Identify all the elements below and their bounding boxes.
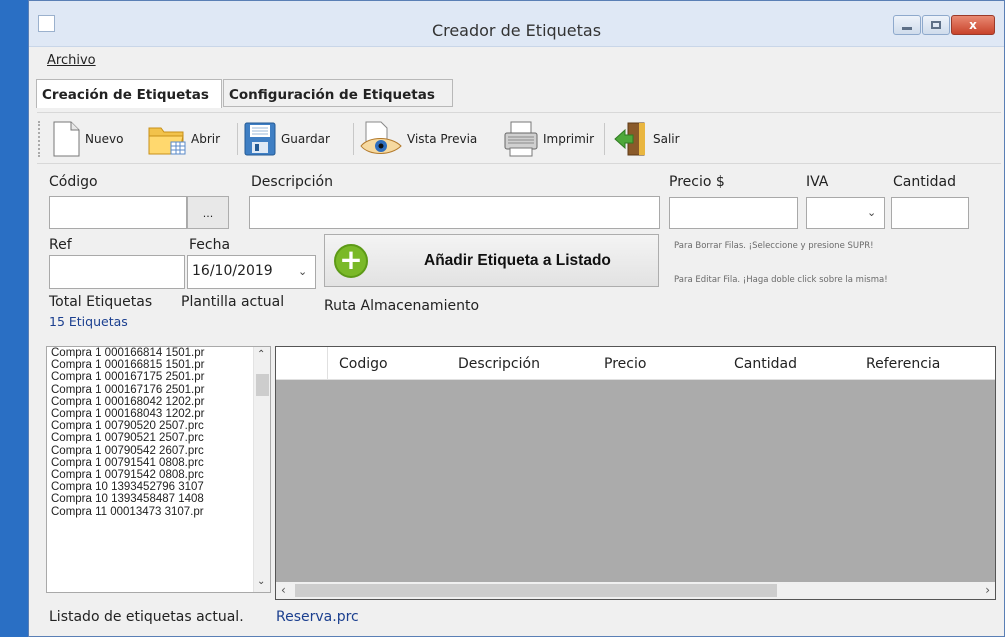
title-bar: Creador de Etiquetas x: [29, 1, 1004, 47]
file-list-item[interactable]: Compra 1 00790520 2507.prc: [47, 420, 270, 432]
nuevo-button[interactable]: Nuevo: [51, 119, 123, 159]
minimize-icon: [902, 26, 912, 30]
imprimir-label: Imprimir: [543, 132, 595, 146]
guardar-label: Guardar: [281, 132, 330, 146]
fecha-label: Fecha: [189, 237, 231, 253]
toolbar-separator: [604, 123, 605, 155]
cantidad-input[interactable]: [891, 197, 969, 229]
add-label-button[interactable]: + Añadir Etiqueta a Listado: [324, 234, 659, 287]
app-window: Creador de Etiquetas x Archivo Creación …: [28, 0, 1005, 637]
plus-circle-icon: +: [334, 243, 368, 278]
grid-row-header-separator: [327, 347, 328, 380]
preview-eye-icon: [360, 121, 402, 154]
iva-select[interactable]: ⌄: [806, 197, 885, 229]
nuevo-label: Nuevo: [85, 132, 124, 146]
precio-input[interactable]: [669, 197, 798, 229]
cantidad-label: Cantidad: [893, 174, 956, 190]
column-header-cantidad[interactable]: Cantidad: [734, 356, 797, 372]
file-list-item[interactable]: Compra 10 1393458487 1408: [47, 493, 270, 505]
file-list-item[interactable]: Compra 1 000168042 1202.pr: [47, 396, 270, 408]
printer-icon: [504, 121, 538, 157]
browse-button[interactable]: ...: [187, 196, 229, 229]
grid-horizontal-scrollbar[interactable]: ‹ ›: [276, 582, 995, 599]
abrir-label: Abrir: [191, 132, 221, 146]
toolbar-separator: [237, 123, 238, 155]
close-icon: x: [969, 18, 977, 32]
new-document-icon: [53, 121, 80, 157]
exit-door-icon: [614, 122, 645, 156]
window-title: Creador de Etiquetas: [431, 21, 602, 40]
tab-creacion[interactable]: Creación de Etiquetas: [36, 79, 222, 108]
abrir-button[interactable]: Abrir: [147, 119, 220, 159]
scroll-left-icon[interactable]: ‹: [281, 583, 286, 597]
toolbar-separator: [353, 123, 354, 155]
guardar-button[interactable]: Guardar: [243, 119, 330, 159]
file-list-item[interactable]: Compra 1 000166814 1501.pr: [47, 347, 270, 359]
listbox-scroll-thumb[interactable]: [256, 374, 269, 396]
column-header-codigo[interactable]: Codigo: [339, 356, 388, 372]
menu-archivo[interactable]: Archivo: [47, 53, 96, 68]
file-list-item[interactable]: Compra 1 00790521 2507.prc: [47, 432, 270, 444]
tab-configuracion[interactable]: Configuración de Etiquetas: [223, 79, 453, 107]
listbox-scrollbar[interactable]: ⌃ ⌄: [253, 347, 270, 592]
scroll-down-icon[interactable]: ⌄: [257, 576, 265, 587]
ref-label: Ref: [49, 237, 72, 253]
ref-input[interactable]: [49, 255, 185, 289]
precio-label: Precio $: [669, 174, 725, 190]
file-list-item[interactable]: Compra 1 000167176 2501.pr: [47, 384, 270, 396]
file-listbox[interactable]: Compra 1 000166814 1501.pr Compra 1 00016…: [46, 346, 271, 593]
iva-label: IVA: [806, 174, 829, 190]
current-list-label: Listado de etiquetas actual.: [49, 609, 244, 625]
vista-previa-label: Vista Previa: [407, 132, 478, 146]
total-etiquetas-label: Total Etiquetas: [49, 294, 153, 310]
descripcion-label: Descripción: [251, 174, 333, 190]
column-header-precio[interactable]: Precio: [604, 356, 646, 372]
desktop-edge: [0, 0, 28, 637]
imprimir-button[interactable]: Imprimir: [503, 119, 594, 159]
descripcion-input[interactable]: [249, 196, 660, 229]
add-label-button-text: Añadir Etiqueta a Listado: [424, 251, 611, 269]
column-header-referencia[interactable]: Referencia: [866, 356, 940, 372]
menu-bar: Archivo: [29, 48, 1004, 74]
plantilla-actual-label: Plantilla actual: [181, 294, 285, 310]
file-list-item[interactable]: Compra 1 000167175 2501.pr: [47, 371, 270, 383]
grid-header: Codigo Descripción Precio Cantidad Refer…: [276, 347, 995, 380]
current-list-file: Reserva.prc: [276, 609, 359, 625]
chevron-down-icon: ⌄: [867, 206, 877, 219]
salir-label: Salir: [653, 132, 680, 146]
file-list-item[interactable]: Compra 11 00013473 3107.pr: [47, 506, 270, 518]
maximize-icon: [931, 21, 941, 29]
open-folder-icon: [148, 127, 186, 155]
total-etiquetas-value: 15 Etiquetas: [49, 314, 128, 329]
labels-data-grid[interactable]: Codigo Descripción Precio Cantidad Refer…: [275, 346, 996, 600]
file-list-item[interactable]: Compra 1 000168043 1202.pr: [47, 408, 270, 420]
vista-previa-button[interactable]: Vista Previa: [359, 119, 477, 159]
codigo-label: Código: [49, 174, 98, 190]
toolbar-grip[interactable]: [38, 121, 41, 157]
salir-button[interactable]: Salir: [613, 119, 680, 159]
file-list-item[interactable]: Compra 1 00791541 0808.prc: [47, 457, 270, 469]
file-list-item[interactable]: Compra 1 00790542 2607.prc: [47, 445, 270, 457]
window-controls: x: [892, 15, 995, 35]
toolbar: Nuevo Abrir Guardar Vista Previa Imprimi…: [37, 112, 1001, 164]
fecha-value: 16/10/2019: [192, 263, 273, 279]
hint-editar: Para Editar Fila. ¡Haga doble click sobr…: [674, 275, 888, 285]
file-list: Compra 1 000166814 1501.pr Compra 1 00016…: [47, 347, 270, 518]
file-list-item[interactable]: Compra 10 1393452796 3107: [47, 481, 270, 493]
maximize-button[interactable]: [922, 15, 950, 35]
ruta-almacenamiento-label: Ruta Almacenamiento: [324, 298, 480, 314]
fecha-date-picker[interactable]: 16/10/2019 ⌄: [187, 255, 316, 289]
codigo-input[interactable]: [49, 196, 187, 229]
minimize-button[interactable]: [893, 15, 921, 35]
grid-scroll-thumb[interactable]: [295, 584, 777, 597]
file-list-item[interactable]: Compra 1 000166815 1501.pr: [47, 359, 270, 371]
hint-borrar: Para Borrar Filas. ¡Seleccione y presion…: [674, 241, 874, 251]
file-list-item[interactable]: Compra 1 00791542 0808.prc: [47, 469, 270, 481]
save-floppy-icon: [244, 122, 276, 156]
scroll-up-icon[interactable]: ⌃: [257, 349, 265, 360]
column-header-descripcion[interactable]: Descripción: [458, 356, 540, 372]
scroll-right-icon[interactable]: ›: [985, 583, 990, 597]
chevron-down-icon: ⌄: [298, 265, 308, 278]
close-button[interactable]: x: [951, 15, 995, 35]
